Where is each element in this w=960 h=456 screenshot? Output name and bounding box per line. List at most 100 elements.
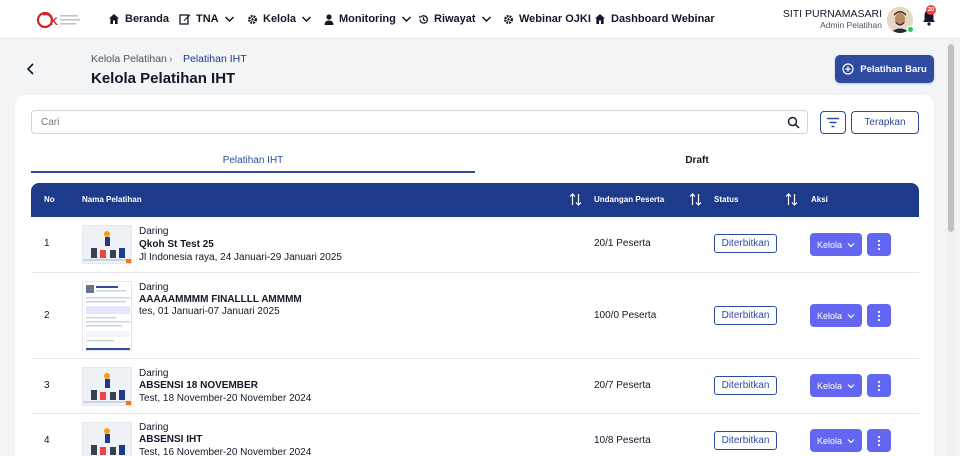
more-options-button[interactable] [867, 304, 891, 327]
training-title[interactable]: AAAAAMMMM FINALLLL AMMMM [139, 294, 302, 305]
training-thumbnail[interactable] [82, 281, 132, 351]
chevron-down-icon [847, 313, 855, 318]
table-row[interactable]: 2 Daring AAAAAMMMM FINALLLL AMMMM tes, 0… [31, 273, 919, 359]
table-row[interactable]: 3 Daring ABSENSI 18 NOVEMBER Test, 18 No… [31, 359, 919, 414]
svg-text:K: K [50, 16, 58, 28]
status-badge: Diterbitkan [714, 376, 777, 395]
user-name[interactable]: SITI PURNAMASARI [783, 8, 882, 20]
nav-kelola[interactable]: Kelola [247, 11, 312, 27]
column-invite: Undangan Peserta [594, 195, 665, 204]
nav-label: Kelola [263, 13, 297, 25]
sort-icon[interactable] [568, 192, 583, 207]
chevron-down-icon [847, 242, 855, 247]
person-icon [324, 13, 334, 25]
plus-circle-icon [842, 63, 854, 75]
nav-label: Beranda [125, 13, 170, 25]
more-vertical-icon [877, 435, 881, 446]
nav-label: Dashboard Webinar [611, 13, 715, 25]
search-input[interactable] [31, 110, 808, 134]
training-mode: Daring [139, 282, 169, 293]
kelola-button[interactable]: Kelola [810, 233, 862, 256]
chevron-down-icon [224, 16, 234, 23]
row-number: 3 [44, 380, 50, 391]
row-number: 1 [44, 238, 50, 249]
more-options-button[interactable] [867, 429, 891, 452]
column-name: Nama Pelatihan [82, 195, 142, 204]
nav-webinar-ojki[interactable]: Webinar OJKI [503, 11, 591, 27]
training-title[interactable]: ABSENSI IHT [139, 434, 202, 445]
kelola-label: Kelola [816, 380, 843, 391]
invite-count: 20/7 Peserta [594, 380, 651, 391]
search-icon[interactable] [787, 116, 800, 129]
table-header: No Nama Pelatihan Undangan Peserta Statu… [31, 183, 919, 217]
nav-riwayat[interactable]: Riwayat [418, 11, 492, 27]
nav-label: Webinar OJKI [519, 13, 591, 25]
kelola-button[interactable]: Kelola [810, 429, 862, 452]
nav-label: TNA [196, 13, 219, 25]
training-meta: tes, 01 Januari-07 Januari 2025 [139, 306, 280, 317]
user-role: Admin Pelatihan [820, 20, 882, 30]
invite-count: 10/8 Peserta [594, 435, 651, 446]
invite-count: 20/1 Peserta [594, 238, 651, 249]
kelola-button[interactable]: Kelola [810, 374, 862, 397]
training-meta: Test, 18 November-20 November 2024 [139, 393, 312, 404]
chevron-down-icon [847, 438, 855, 443]
training-meta: Test, 16 November-20 November 2024 [139, 447, 312, 456]
scrollbar-thumb[interactable] [948, 44, 954, 232]
training-mode: Daring [139, 226, 169, 237]
more-vertical-icon [877, 310, 881, 321]
row-number: 4 [44, 435, 50, 446]
table-row[interactable]: 1 Daring Qkoh St Test 25 Jl Indonesia ra… [31, 217, 919, 273]
training-thumbnail[interactable] [82, 367, 132, 406]
nav-dashboard-webinar[interactable]: Dashboard Webinar [594, 11, 715, 27]
chevron-down-icon [401, 16, 411, 23]
filter-icon [827, 117, 839, 128]
nav-label: Riwayat [434, 13, 476, 25]
more-options-button[interactable] [867, 374, 891, 397]
status-badge: Diterbitkan [714, 234, 777, 253]
training-title[interactable]: Qkoh St Test 25 [139, 239, 214, 250]
back-arrow-icon[interactable] [23, 61, 39, 77]
sort-icon[interactable] [784, 192, 799, 207]
chevron-down-icon [301, 16, 312, 23]
notification-badge: 20 [926, 5, 936, 15]
ojk-logo[interactable]: K [37, 9, 83, 31]
nav-label: Monitoring [339, 13, 396, 25]
kelola-button[interactable]: Kelola [810, 304, 862, 327]
tab-pelatihan-iht[interactable]: Pelatihan IHT [31, 155, 475, 173]
page-title: Kelola Pelatihan IHT [91, 70, 236, 87]
breadcrumb-pelatihan-iht[interactable]: Pelatihan IHT [183, 53, 247, 65]
nav-monitoring[interactable]: Monitoring [324, 11, 412, 27]
training-title[interactable]: ABSENSI 18 NOVEMBER [139, 380, 258, 391]
home-icon [109, 14, 119, 24]
more-vertical-icon [877, 239, 881, 250]
training-thumbnail[interactable] [82, 422, 132, 456]
training-thumbnail[interactable] [82, 225, 132, 264]
chevron-down-icon [847, 383, 855, 388]
breadcrumb-kelola-pelatihan[interactable]: Kelola Pelatihan [91, 53, 167, 65]
table-row[interactable]: 4 Daring ABSENSI IHT Test, 16 November-2… [31, 414, 919, 456]
more-options-button[interactable] [867, 233, 891, 256]
filter-button[interactable] [820, 111, 846, 134]
new-training-label: Pelatihan Baru [860, 63, 927, 75]
tab-draft[interactable]: Draft [475, 155, 919, 173]
status-badge: Diterbitkan [714, 431, 777, 450]
kelola-label: Kelola [816, 239, 843, 250]
column-action: Aksi [811, 195, 828, 204]
apply-button[interactable]: Terapkan [851, 111, 919, 134]
column-status: Status [714, 195, 739, 204]
row-number: 2 [44, 310, 50, 321]
training-meta: Jl Indonesia raya, 24 Januari-29 Januari… [139, 252, 342, 263]
nav-tna[interactable]: TNA [179, 11, 235, 27]
gear-icon [248, 14, 257, 24]
nav-beranda[interactable]: Beranda [108, 11, 169, 27]
gear-icon [504, 14, 513, 24]
new-training-button[interactable]: Pelatihan Baru [835, 55, 934, 83]
online-status-dot [907, 26, 914, 33]
sort-icon[interactable] [688, 192, 703, 207]
kelola-label: Kelola [816, 435, 843, 446]
breadcrumb-separator: › [169, 53, 173, 65]
kelola-label: Kelola [816, 310, 843, 321]
column-no: No [44, 195, 55, 204]
training-mode: Daring [139, 422, 169, 433]
